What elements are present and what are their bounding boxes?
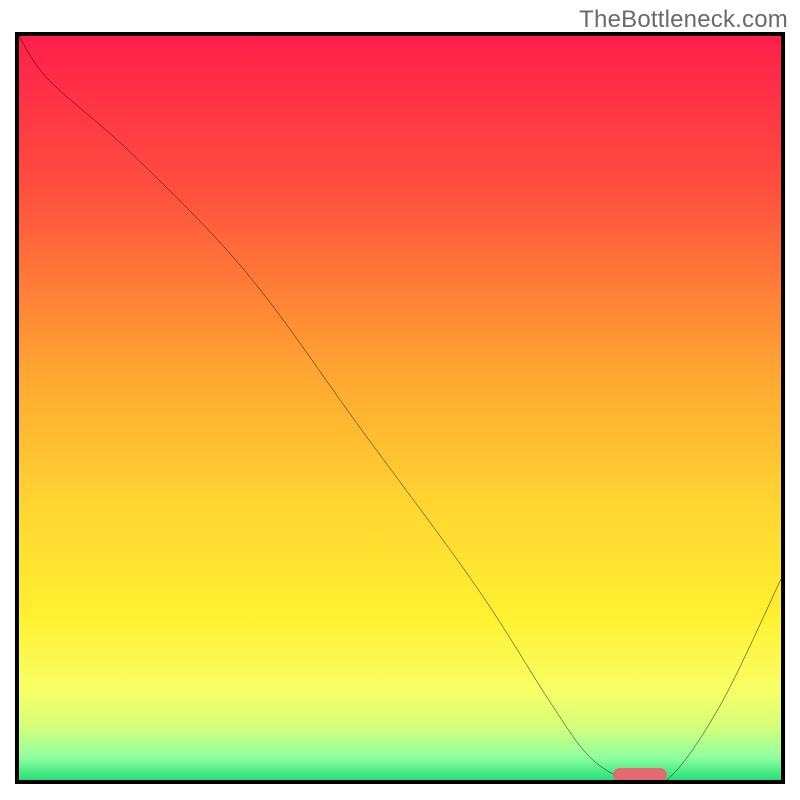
watermark-text: TheBottleneck.com	[579, 6, 788, 34]
bottleneck-curve	[19, 36, 781, 780]
plot-area	[15, 32, 785, 784]
chart-frame: TheBottleneck.com	[0, 0, 800, 800]
optimum-marker	[613, 768, 666, 782]
